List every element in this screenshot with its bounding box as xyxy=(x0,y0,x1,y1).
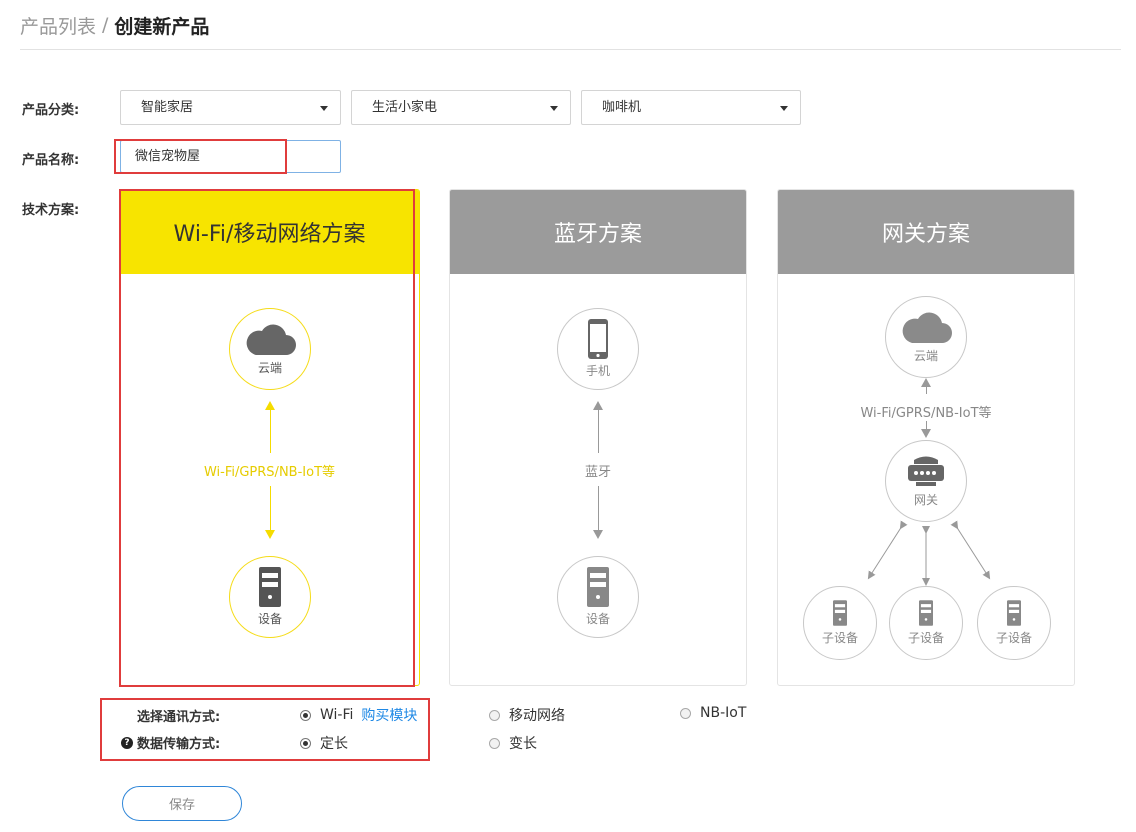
card-bluetooth[interactable]: 蓝牙方案 手机 蓝牙 设备 xyxy=(449,189,747,686)
page-title: 创建新产品 xyxy=(114,15,210,38)
card-wifi-title: Wi-Fi/移动网络方案 xyxy=(120,190,419,274)
device-icon xyxy=(833,600,847,626)
comm-option-mobile-label: 移动网络 xyxy=(509,708,565,724)
bluetooth-device-node: 设备 xyxy=(557,556,639,638)
category-select-3[interactable]: 咖啡机 xyxy=(581,90,801,125)
transfer-option-fixed-label: 定长 xyxy=(320,736,348,752)
bluetooth-phone-node: 手机 xyxy=(557,308,639,390)
wifi-device-node: 设备 xyxy=(229,556,311,638)
bluetooth-device-label: 设备 xyxy=(585,612,610,626)
category-select-1[interactable]: 智能家居 xyxy=(120,90,341,125)
card-bluetooth-title: 蓝牙方案 xyxy=(450,190,746,274)
device-icon xyxy=(587,567,609,607)
chevron-down-icon xyxy=(550,106,558,111)
transfer-option-fixed[interactable]: 定长 xyxy=(300,733,348,753)
category-select-2[interactable]: 生活小家电 xyxy=(351,90,571,125)
connector-line xyxy=(598,486,599,530)
radio-selected-icon[interactable] xyxy=(300,737,311,749)
sub-device-label: 子设备 xyxy=(995,631,1032,645)
cloud-icon xyxy=(246,324,296,355)
category-select-3-value: 咖啡机 xyxy=(602,100,642,115)
save-button[interactable]: 保存 xyxy=(122,786,242,821)
breadcrumb: 产品列表 / 创建新产品 xyxy=(20,12,209,38)
category-label: 产品分类: xyxy=(22,103,80,118)
connector-line xyxy=(598,409,599,453)
wifi-cloud-label: 云端 xyxy=(257,361,282,375)
transfer-label: 数据传输方式: xyxy=(137,737,221,752)
connector-line xyxy=(270,409,271,453)
wifi-link-label: Wi-Fi/GPRS/NB-IoT等 xyxy=(203,465,336,480)
comm-label: 选择通讯方式: xyxy=(137,710,221,725)
comm-option-wifi-label: Wi-Fi xyxy=(320,707,354,723)
device-icon xyxy=(1007,600,1021,626)
card-gateway[interactable]: 网关方案 云端 Wi-Fi/GPRS/NB-IoT等 网关 子设备 子设备 子设… xyxy=(777,189,1075,686)
category-select-1-value: 智能家居 xyxy=(141,100,194,115)
sub-device-label: 子设备 xyxy=(821,631,858,645)
comm-option-nbiot-label: NB-IoT xyxy=(700,705,747,721)
gateway-sub-device-node: 子设备 xyxy=(889,586,963,660)
arrow-down-icon xyxy=(265,530,275,539)
connector-line xyxy=(270,486,271,530)
card-wifi[interactable]: Wi-Fi/移动网络方案 云端 Wi-Fi/GPRS/NB-IoT等 设备 xyxy=(119,189,420,686)
wifi-cloud-node: 云端 xyxy=(229,308,311,390)
bluetooth-phone-label: 手机 xyxy=(585,364,610,378)
category-select-2-value: 生活小家电 xyxy=(372,100,438,115)
transfer-label-wrap: ? 数据传输方式: xyxy=(121,733,220,752)
tech-label: 技术方案: xyxy=(22,203,80,218)
radio-icon[interactable] xyxy=(489,709,500,721)
gateway-sub-device-node: 子设备 xyxy=(803,586,877,660)
name-label: 产品名称: xyxy=(22,153,80,168)
comm-option-mobile[interactable]: 移动网络 xyxy=(489,705,565,725)
device-icon xyxy=(919,600,933,626)
breadcrumb-parent[interactable]: 产品列表 xyxy=(20,12,96,39)
chevron-down-icon xyxy=(780,106,788,111)
arrow-down-icon xyxy=(593,530,603,539)
radio-icon[interactable] xyxy=(680,707,691,719)
phone-icon xyxy=(588,319,608,359)
transfer-option-variable[interactable]: 变长 xyxy=(489,733,537,753)
help-icon[interactable]: ? xyxy=(121,736,133,749)
comm-option-nbiot[interactable]: NB-IoT xyxy=(680,705,746,721)
wifi-device-label: 设备 xyxy=(257,612,282,626)
chevron-down-icon xyxy=(320,106,328,111)
sub-device-label: 子设备 xyxy=(907,631,944,645)
breadcrumb-separator: / xyxy=(102,14,109,36)
device-icon xyxy=(259,567,281,607)
radio-selected-icon[interactable] xyxy=(300,709,311,721)
gateway-sub-device-node: 子设备 xyxy=(977,586,1051,660)
comm-option-wifi[interactable]: Wi-Fi 购买模块 xyxy=(300,705,417,725)
bluetooth-link-label: 蓝牙 xyxy=(584,465,611,480)
product-name-input[interactable]: 微信宠物屋 xyxy=(120,140,341,173)
radio-icon[interactable] xyxy=(489,737,500,749)
header-divider xyxy=(20,49,1121,50)
transfer-option-variable-label: 变长 xyxy=(509,736,537,752)
buy-module-link[interactable]: 购买模块 xyxy=(361,705,417,725)
